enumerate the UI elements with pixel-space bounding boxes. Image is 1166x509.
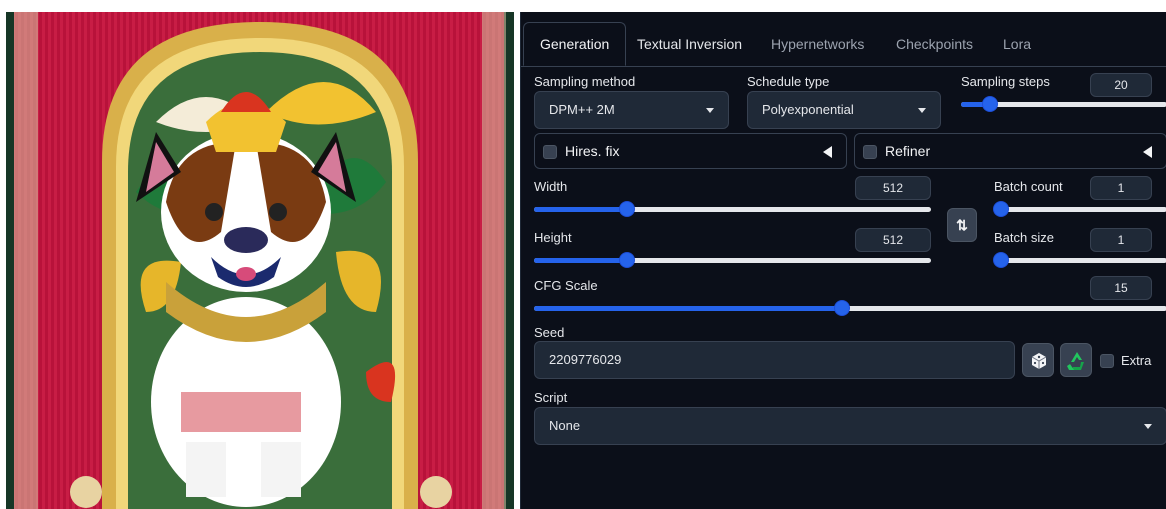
script-label: Script: [534, 390, 568, 405]
sampling-steps-label: Sampling steps: [961, 74, 1050, 89]
chevron-down-icon: [1144, 424, 1152, 429]
swap-dimensions-icon: ⇅: [956, 217, 968, 233]
seed-input[interactable]: 2209776029: [534, 341, 1015, 379]
slider-fill: [534, 258, 628, 263]
sampling-steps-slider[interactable]: [961, 97, 1166, 111]
bulldog-tapestry-image: [6, 12, 514, 509]
schedule-type-label: Schedule type: [747, 74, 830, 89]
tab-bar: Generation Textual Inversion Hypernetwor…: [521, 22, 1166, 67]
recycle-icon: [1067, 352, 1084, 370]
sampling-method-value: DPM++ 2M: [549, 102, 615, 117]
batch-size-input[interactable]: 1: [1090, 228, 1152, 252]
width-input[interactable]: 512: [855, 176, 931, 200]
refiner-accordion[interactable]: Refiner: [854, 133, 1166, 169]
slider-fill: [534, 306, 843, 311]
slider-fill: [534, 207, 628, 212]
chevron-down-icon: [918, 108, 926, 113]
height-label: Height: [534, 230, 572, 245]
slider-thumb[interactable]: [982, 97, 997, 111]
batch-size-slider[interactable]: [994, 253, 1166, 267]
dice-icon: [1031, 353, 1047, 369]
schedule-type-dropdown[interactable]: Polyexponential: [747, 91, 941, 129]
batch-count-slider[interactable]: [994, 202, 1166, 216]
slider-track: [1001, 258, 1166, 263]
generated-image: [6, 12, 514, 509]
batch-size-label: Batch size: [994, 230, 1054, 245]
extra-label: Extra: [1121, 353, 1152, 368]
batch-count-label: Batch count: [994, 179, 1063, 194]
height-input[interactable]: 512: [855, 228, 931, 252]
slider-thumb[interactable]: [835, 301, 850, 315]
script-dropdown[interactable]: None: [534, 407, 1166, 445]
width-slider[interactable]: [534, 202, 931, 216]
refiner-checkbox[interactable]: [863, 145, 877, 159]
extra-checkbox[interactable]: [1100, 354, 1114, 368]
hires-fix-checkbox[interactable]: [543, 145, 557, 159]
collapse-arrow-icon[interactable]: [823, 146, 832, 158]
cfg-scale-slider[interactable]: [534, 301, 1166, 315]
random-seed-button[interactable]: [1022, 343, 1054, 377]
seed-label: Seed: [534, 325, 565, 340]
tab-lora[interactable]: Lora: [987, 22, 1047, 66]
width-label: Width: [534, 179, 568, 194]
schedule-type-value: Polyexponential: [762, 102, 854, 117]
script-value: None: [549, 418, 581, 433]
swap-dimensions-button[interactable]: ⇅: [947, 208, 977, 242]
hires-fix-label: Hires. fix: [565, 143, 620, 159]
tab-textual-inversion[interactable]: Textual Inversion: [621, 22, 758, 66]
sampling-method-label: Sampling method: [534, 74, 636, 89]
cfg-scale-label: CFG Scale: [534, 278, 598, 293]
slider-thumb[interactable]: [620, 202, 635, 216]
chevron-down-icon: [706, 108, 714, 113]
slider-thumb[interactable]: [994, 253, 1008, 267]
slider-track: [1001, 207, 1166, 212]
batch-count-input[interactable]: 1: [1090, 176, 1152, 200]
hires-fix-accordion[interactable]: Hires. fix: [534, 133, 847, 169]
sampling-method-dropdown[interactable]: DPM++ 2M: [534, 91, 729, 129]
tab-generation[interactable]: Generation: [523, 22, 627, 66]
sampling-steps-input[interactable]: 20: [1090, 73, 1152, 97]
refiner-label: Refiner: [885, 143, 931, 159]
tab-hypernetworks[interactable]: Hypernetworks: [755, 22, 880, 66]
tab-checkpoints[interactable]: Checkpoints: [880, 22, 989, 66]
collapse-arrow-icon[interactable]: [1143, 146, 1152, 158]
settings-panel: Generation Textual Inversion Hypernetwor…: [520, 12, 1166, 509]
height-slider[interactable]: [534, 253, 931, 267]
slider-thumb[interactable]: [620, 253, 635, 267]
cfg-scale-input[interactable]: 15: [1090, 276, 1152, 300]
reuse-seed-button[interactable]: [1060, 343, 1092, 377]
slider-thumb[interactable]: [994, 202, 1008, 216]
